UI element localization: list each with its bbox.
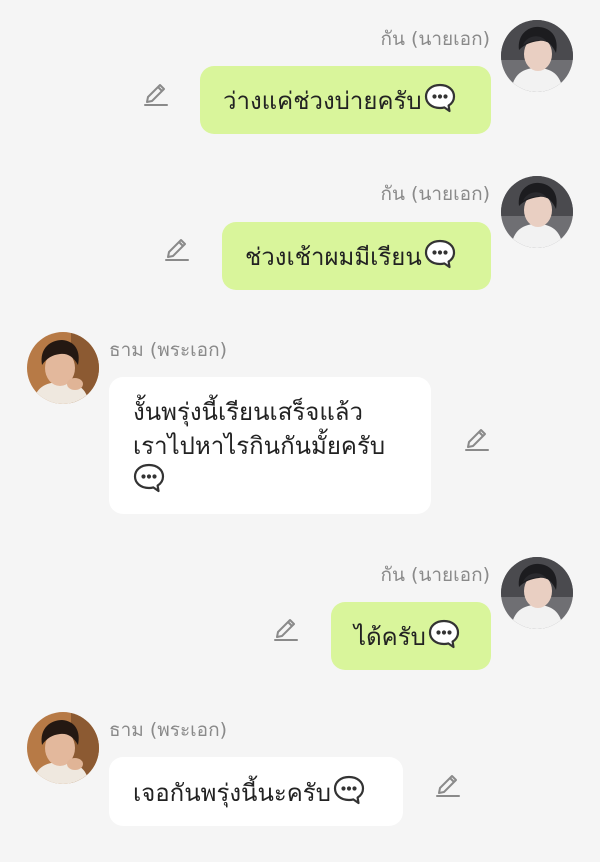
edit-pencil-icon[interactable] <box>433 769 463 799</box>
speech-bubble-emoji-icon <box>424 239 456 278</box>
sender-name: กัน (นายเอก) <box>380 564 490 586</box>
avatar[interactable] <box>501 557 573 629</box>
edit-pencil-icon[interactable] <box>271 613 301 643</box>
speech-bubble-emoji-icon <box>424 83 456 122</box>
sender-name: ธาม (พระเอก) <box>109 339 227 361</box>
message-text: ว่างแค่ช่วงบ่ายครับ <box>223 87 422 115</box>
speech-bubble-emoji-icon <box>428 619 460 658</box>
message-text: ได้ครับ <box>354 623 426 651</box>
message-bubble[interactable]: ได้ครับ <box>331 602 491 670</box>
message-text: เจอกันพรุ่งนี้นะครับ <box>133 779 331 807</box>
speech-bubble-emoji-icon <box>133 463 165 502</box>
message-bubble[interactable]: ช่วงเช้าผมมีเรียน <box>222 222 491 290</box>
edit-pencil-icon[interactable] <box>462 423 492 453</box>
message-bubble[interactable]: งั้นพรุ่งนี้เรียนเสร็จแล้ว เราไปหาไรกินก… <box>109 377 431 514</box>
message-bubble[interactable]: เจอกันพรุ่งนี้นะครับ <box>109 757 403 826</box>
message-bubble[interactable]: ว่างแค่ช่วงบ่ายครับ <box>200 66 491 134</box>
avatar[interactable] <box>27 332 99 404</box>
avatar[interactable] <box>501 176 573 248</box>
avatar[interactable] <box>501 20 573 92</box>
sender-name: ธาม (พระเอก) <box>109 719 227 741</box>
avatar[interactable] <box>27 712 99 784</box>
message-text: งั้นพรุ่งนี้เรียนเสร็จแล้ว <box>133 398 363 426</box>
sender-name: กัน (นายเอก) <box>380 183 490 205</box>
edit-pencil-icon[interactable] <box>162 233 192 263</box>
sender-name: กัน (นายเอก) <box>380 28 490 50</box>
message-text: ช่วงเช้าผมมีเรียน <box>245 243 422 271</box>
edit-pencil-icon[interactable] <box>141 78 171 108</box>
speech-bubble-emoji-icon <box>333 775 365 814</box>
message-text-line-2: เราไปหาไรกินกันมั้ยครับ <box>133 432 386 460</box>
